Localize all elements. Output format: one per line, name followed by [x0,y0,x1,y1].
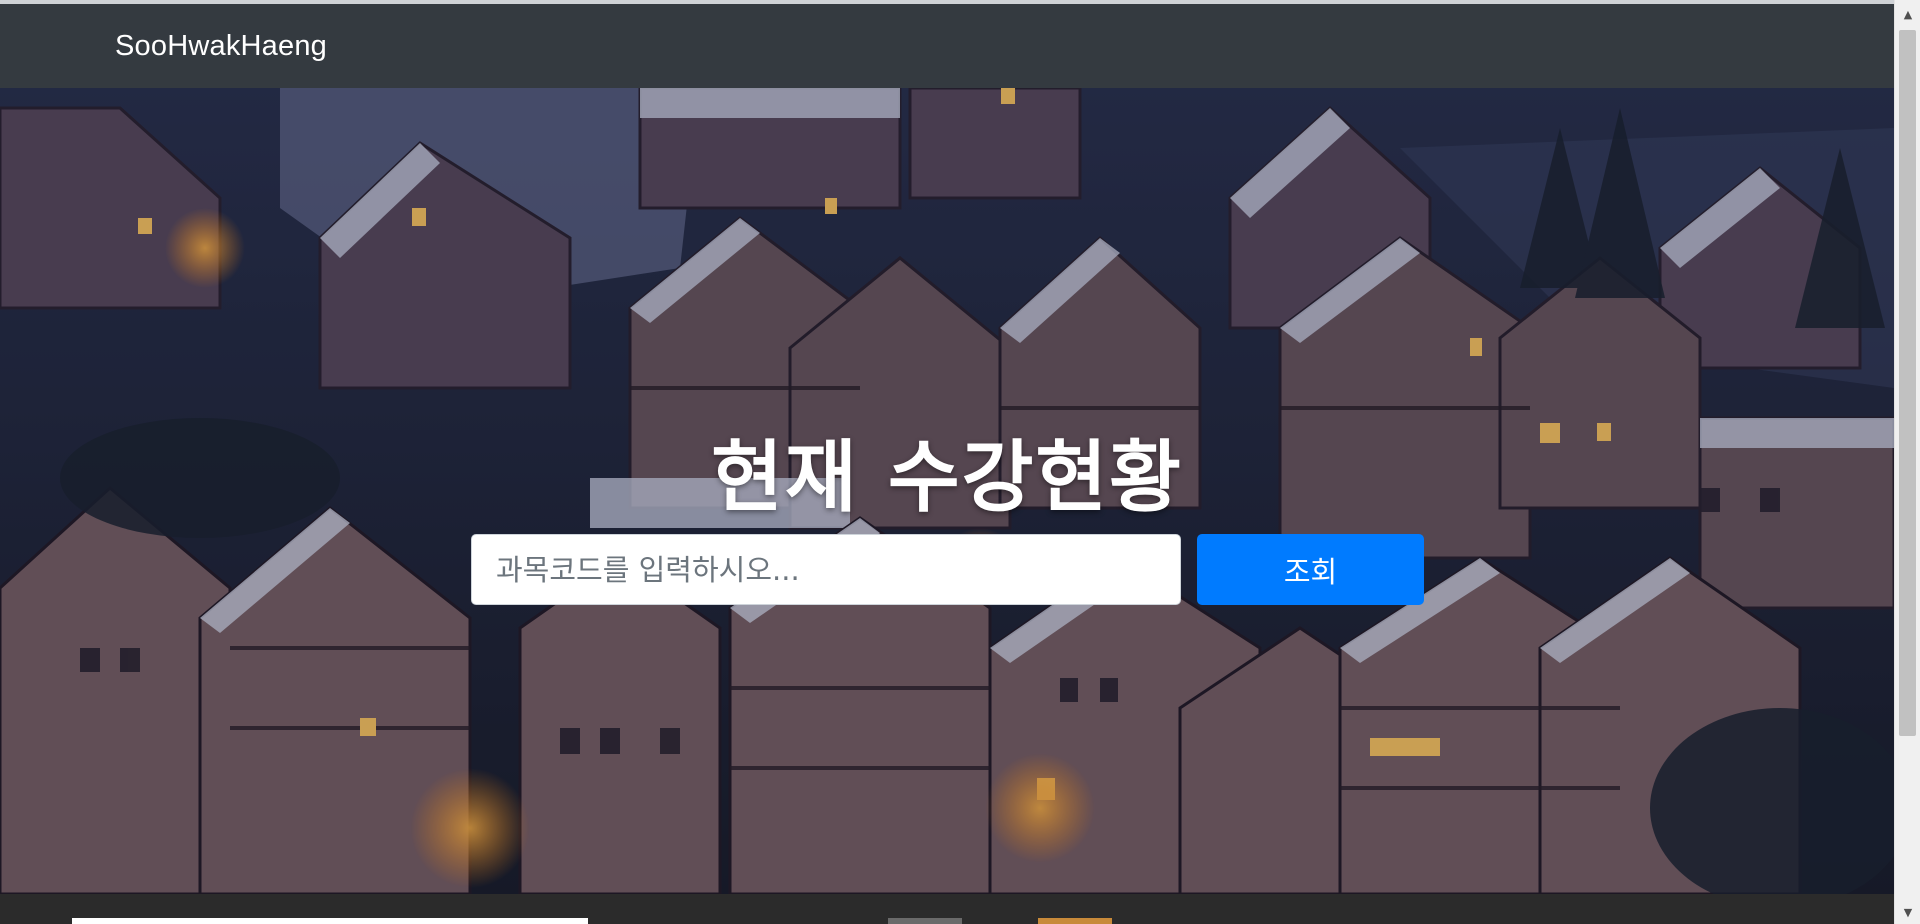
next-section-card [72,918,588,924]
chevron-down-icon[interactable]: ▼ [1895,902,1920,924]
search-button[interactable]: 조회 [1197,534,1424,605]
search-form: 조회 [471,534,1424,605]
page: SooHwakHaeng 현재 수강현황 과목코드를 입력하시오... 조회 ▲… [0,0,1920,924]
scroll-thumb[interactable] [1899,30,1916,736]
navbar: SooHwakHaeng [0,4,1894,88]
brand-link[interactable]: SooHwakHaeng [115,30,327,63]
vertical-scrollbar[interactable]: ▲ ▼ [1894,0,1920,924]
next-section-image [1038,918,1112,924]
next-section-preview [0,894,1894,924]
page-title: 현재 수강현황 [711,433,1183,524]
chevron-up-icon[interactable]: ▲ [1895,4,1920,26]
course-code-input[interactable] [471,534,1181,605]
hero-section: 현재 수강현황 조회 [0,88,1894,894]
next-section-image [888,918,962,924]
